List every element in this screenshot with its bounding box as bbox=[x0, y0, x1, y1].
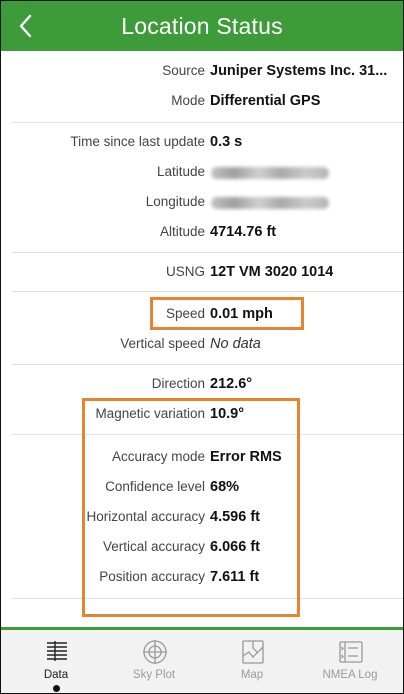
row-magnetic-variation: Magnetic variation 10.9° bbox=[1, 399, 403, 429]
row-label: Vertical accuracy bbox=[102, 539, 205, 554]
row-label: Longitude bbox=[145, 194, 205, 209]
divider bbox=[12, 122, 403, 123]
app-frame: Location Status Source Juniper Systems I… bbox=[0, 0, 404, 694]
tab-map[interactable]: Map bbox=[202, 630, 302, 693]
tab-sky-plot[interactable]: Sky Plot bbox=[104, 630, 204, 693]
redacted-value bbox=[211, 197, 329, 209]
tab-data[interactable]: Data bbox=[6, 630, 106, 693]
divider bbox=[12, 252, 403, 253]
row-confidence-level: Confidence level 68% bbox=[1, 472, 403, 502]
tab-label: NMEA Log bbox=[322, 669, 378, 681]
row-horizontal-accuracy: Horizontal accuracy 4.596 ft bbox=[1, 502, 403, 532]
tab-nmea-log[interactable]: NMEA Log bbox=[300, 630, 400, 693]
row-value: Juniper Systems Inc. 31... bbox=[210, 63, 388, 79]
row-latitude: Latitude bbox=[1, 157, 403, 187]
row-value: 212.6° bbox=[210, 376, 253, 392]
row-label: Accuracy mode bbox=[111, 449, 205, 464]
row-altitude: Altitude 4714.76 ft bbox=[1, 217, 403, 247]
row-position-accuracy: Position accuracy 7.611 ft bbox=[1, 562, 403, 592]
tab-label: Map bbox=[240, 669, 264, 681]
sky-plot-icon bbox=[143, 640, 167, 664]
tab-label: Data bbox=[43, 669, 69, 681]
active-tab-indicator bbox=[53, 685, 60, 692]
divider bbox=[12, 598, 403, 599]
row-label: USNG bbox=[165, 264, 205, 279]
row-value: 4.596 ft bbox=[210, 509, 260, 525]
row-value: Error RMS bbox=[210, 449, 282, 465]
row-label: Vertical speed bbox=[120, 336, 205, 351]
tab-label: Sky Plot bbox=[132, 669, 176, 681]
page-title: Location Status bbox=[121, 13, 283, 39]
row-label: Position accuracy bbox=[99, 569, 205, 584]
row-label: Magnetic variation bbox=[95, 406, 205, 421]
row-label: Source bbox=[162, 63, 205, 78]
divider bbox=[12, 291, 403, 292]
row-speed: Speed 0.01 mph bbox=[1, 299, 403, 329]
row-value: No data bbox=[210, 336, 261, 352]
row-value: 0.3 s bbox=[210, 134, 243, 150]
row-mode: Mode Differential GPS bbox=[1, 86, 403, 116]
row-time-since-update: Time since last update 0.3 s bbox=[1, 127, 403, 157]
row-value: Differential GPS bbox=[210, 93, 321, 109]
row-usng: USNG 12T VM 3020 1014 bbox=[1, 257, 403, 287]
row-source: Source Juniper Systems Inc. 31... bbox=[1, 56, 403, 86]
row-value: 10.9° bbox=[210, 406, 245, 422]
nmea-log-icon bbox=[339, 641, 363, 663]
row-direction: Direction 212.6° bbox=[1, 369, 403, 399]
row-label: Confidence level bbox=[105, 479, 205, 494]
row-vertical-speed: Vertical speed No data bbox=[1, 329, 403, 359]
data-list-icon bbox=[47, 641, 67, 661]
row-value: 6.066 ft bbox=[210, 539, 260, 555]
row-longitude: Longitude bbox=[1, 187, 403, 217]
row-label: Speed bbox=[165, 306, 205, 321]
row-vertical-accuracy: Vertical accuracy 6.066 ft bbox=[1, 532, 403, 562]
row-value: 0.01 mph bbox=[210, 306, 273, 322]
redacted-value bbox=[211, 167, 329, 179]
title-bar: Location Status bbox=[1, 1, 403, 51]
divider bbox=[12, 434, 403, 435]
row-label: Horizontal accuracy bbox=[86, 509, 205, 524]
status-list[interactable]: Source Juniper Systems Inc. 31... Mode D… bbox=[1, 51, 403, 627]
bottom-tab-bar: Data Sky Plot Map NMEA Log bbox=[1, 627, 403, 693]
map-icon bbox=[242, 640, 264, 664]
row-value: 12T VM 3020 1014 bbox=[210, 264, 334, 280]
row-label: Time since last update bbox=[70, 134, 205, 149]
row-label: Latitude bbox=[156, 164, 205, 179]
row-value: 68% bbox=[210, 479, 240, 495]
row-label: Altitude bbox=[159, 224, 205, 239]
divider bbox=[12, 364, 403, 365]
row-value: 4714.76 ft bbox=[210, 224, 277, 240]
row-label: Direction bbox=[151, 376, 205, 391]
row-label: Mode bbox=[171, 93, 205, 108]
row-accuracy-mode: Accuracy mode Error RMS bbox=[1, 442, 403, 472]
row-value: 7.611 ft bbox=[210, 569, 260, 585]
